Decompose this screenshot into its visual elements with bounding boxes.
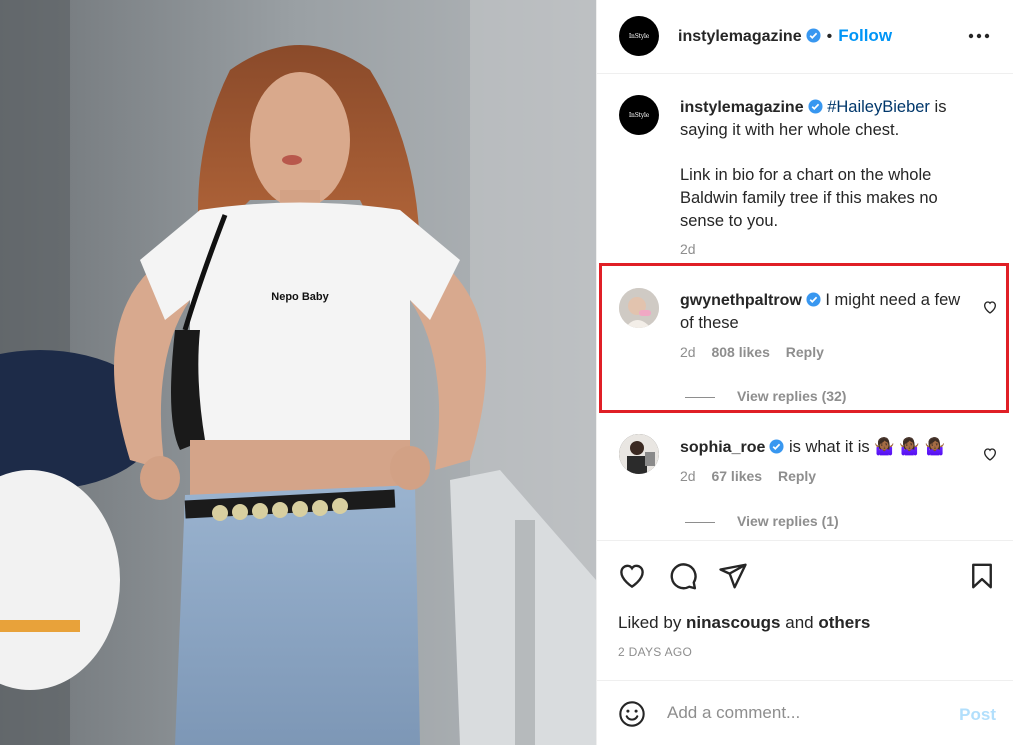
more-options-icon[interactable] (968, 26, 990, 46)
shirt-text: Nepo Baby (271, 291, 329, 303)
like-heart-icon[interactable] (617, 561, 647, 591)
verified-badge-icon (806, 28, 821, 43)
save-bookmark-icon[interactable] (967, 561, 997, 591)
view-replies-row[interactable]: View replies (32) (685, 388, 846, 404)
view-replies-button[interactable]: View replies (32) (737, 388, 846, 404)
separator-dot: • (826, 28, 833, 45)
liked-by-middle: and (780, 613, 819, 632)
account-avatar[interactable]: InStyle (619, 16, 659, 56)
verified-badge-icon (769, 439, 784, 454)
share-paper-plane-icon[interactable] (718, 561, 748, 591)
comment-gwyneth: gwynethpaltrow I might need a few of the… (680, 289, 970, 360)
follow-button[interactable]: Follow (838, 26, 892, 45)
replies-line (685, 396, 715, 398)
liked-by-prefix: Liked by (618, 613, 687, 632)
post-panel: InStyle instylemagazine • Follow InStyle i… (596, 0, 1013, 745)
replies-line (685, 521, 715, 523)
commenter-avatar[interactable] (619, 434, 659, 474)
add-comment-bar: Post (597, 680, 1013, 745)
comment-text: is what it is 🤷🏾‍♀️ 🤷🏾‍♀️ 🤷🏾‍♀️ (784, 438, 946, 456)
post-header: InStyle instylemagazine • Follow (597, 0, 1013, 74)
comment-likes[interactable]: 67 likes (711, 468, 762, 484)
verified-badge-icon (806, 292, 821, 307)
caption-text: instylemagazine #HaileyBieber is saying … (680, 96, 970, 142)
comment-like-heart-icon[interactable] (982, 299, 998, 315)
comment-like-heart-icon[interactable] (982, 446, 998, 462)
logo-text: InStyle (628, 32, 650, 40)
post-image-illustration: Nepo Baby (0, 0, 596, 745)
comment-username[interactable]: sophia_roe (680, 439, 765, 456)
post-comment-button[interactable]: Post (959, 705, 996, 725)
header-username[interactable]: instylemagazine (678, 28, 802, 45)
caption: instylemagazine #HaileyBieber is saying … (680, 96, 970, 257)
caption-username[interactable]: instylemagazine (680, 99, 804, 116)
liked-by: Liked by ninascougs and others (618, 613, 870, 633)
avatar-image (619, 288, 659, 328)
comment-time: 2d (680, 468, 696, 484)
post-actions: Liked by ninascougs and others 2 DAYS AG… (597, 540, 1013, 680)
comment-sophia: sophia_roe is what it is 🤷🏾‍♀️ 🤷🏾‍♀️ 🤷🏾‍… (680, 436, 970, 484)
caption-body-2: Link in bio for a chart on the whole Bal… (680, 166, 938, 230)
comment-input[interactable] (667, 703, 937, 723)
caption-time: 2d (680, 241, 696, 257)
view-replies-button[interactable]: View replies (1) (737, 513, 839, 529)
caption-avatar[interactable]: InStyle (619, 95, 659, 135)
hashtag-link[interactable]: #HaileyBieber (827, 98, 930, 116)
header-row: instylemagazine • Follow (678, 26, 892, 46)
liked-by-others[interactable]: others (818, 613, 870, 632)
avatar-image (619, 434, 659, 474)
reply-button[interactable]: Reply (786, 344, 824, 360)
view-replies-row[interactable]: View replies (1) (685, 513, 839, 529)
emoji-icon[interactable] (618, 700, 646, 728)
comment-username[interactable]: gwynethpaltrow (680, 292, 802, 309)
post-photo[interactable]: Nepo Baby (0, 0, 596, 745)
comment-bubble-icon[interactable] (668, 561, 698, 591)
comment-likes[interactable]: 808 likes (711, 344, 769, 360)
logo-text: InStyle (628, 111, 650, 119)
liked-by-user[interactable]: ninascougs (686, 613, 780, 632)
verified-badge-icon (808, 99, 823, 114)
post-date: 2 DAYS AGO (618, 645, 693, 659)
commenter-avatar[interactable] (619, 288, 659, 328)
reply-button[interactable]: Reply (778, 468, 816, 484)
comment-time: 2d (680, 344, 696, 360)
